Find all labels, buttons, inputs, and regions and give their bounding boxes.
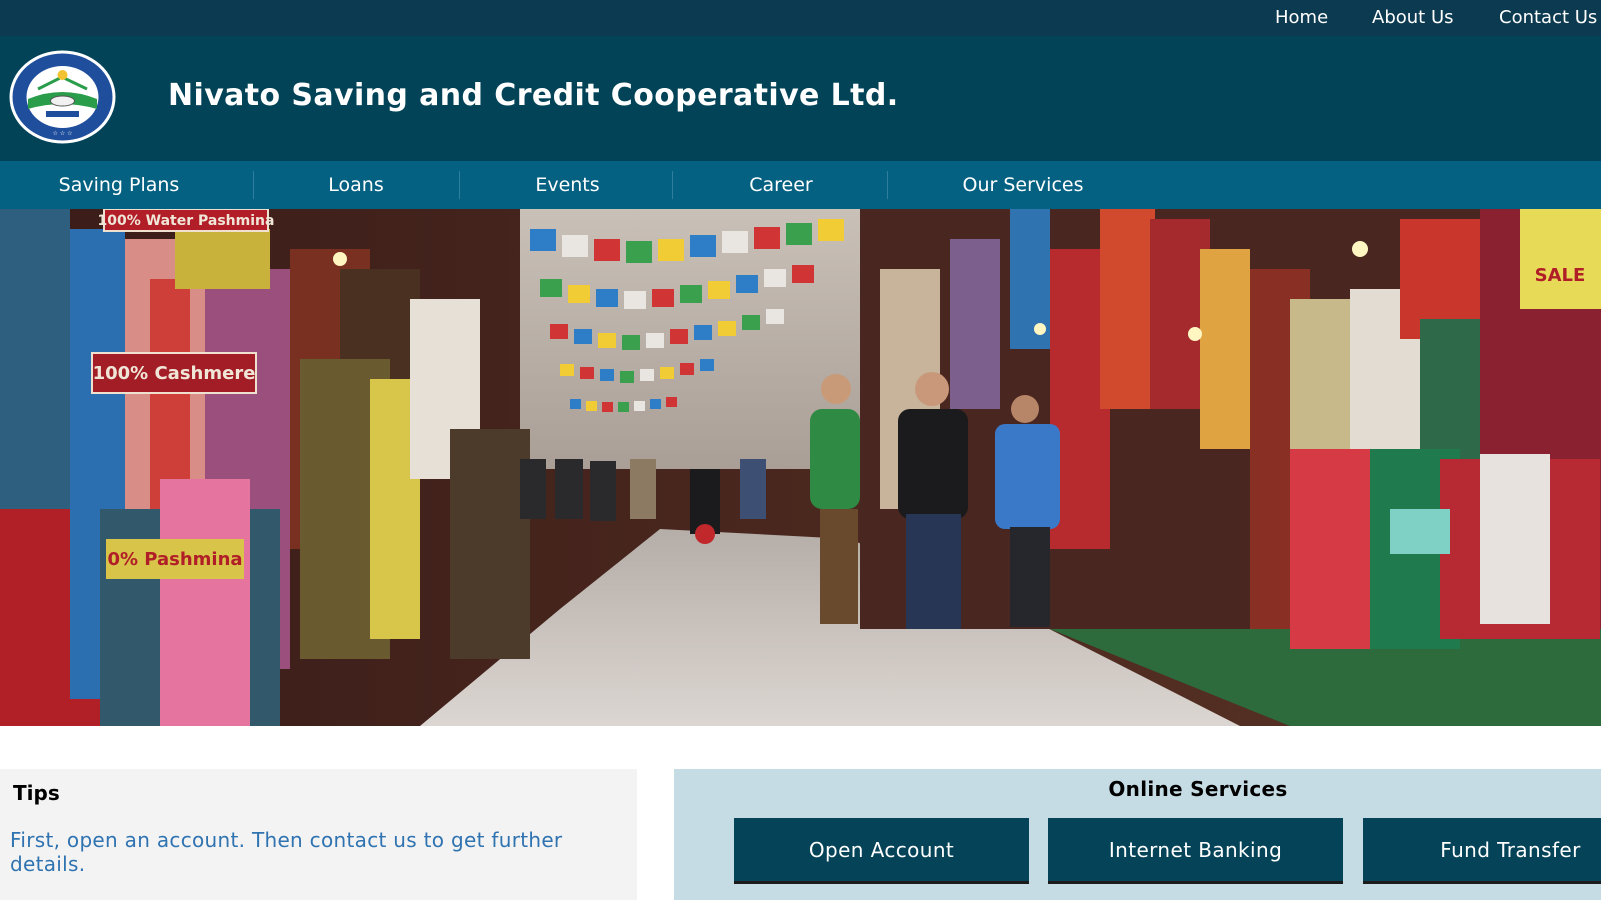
fund-transfer-button[interactable]: Fund Transfer	[1363, 818, 1601, 884]
hero-banner-image: 100% Water Pashmina 100% Cashmere 0% Pas…	[0, 209, 1601, 726]
internet-banking-button[interactable]: Internet Banking	[1048, 818, 1343, 884]
nav-item-loans[interactable]: Loans	[306, 161, 406, 209]
nav-item-career[interactable]: Career	[722, 161, 840, 209]
online-services-heading: Online Services	[1108, 777, 1288, 801]
nav-divider	[672, 171, 673, 199]
online-services-panel: Online Services Open Account Internet Ba…	[674, 769, 1601, 900]
top-link-about-us[interactable]: About Us	[1372, 7, 1454, 28]
cooperative-seal-logo-icon[interactable]: ☆ ☆ ☆	[8, 49, 117, 145]
nav-divider	[253, 171, 254, 199]
hero-sign-water-pashmina: 100% Water Pashmina	[98, 213, 275, 229]
site-title: Nivato Saving and Credit Cooperative Ltd…	[168, 78, 899, 113]
nav-divider	[459, 171, 460, 199]
main-nav: Saving Plans Loans Events Career Our Ser…	[0, 161, 1601, 209]
open-account-button[interactable]: Open Account	[734, 818, 1029, 884]
nav-item-our-services[interactable]: Our Services	[948, 161, 1098, 209]
nav-item-saving-plans[interactable]: Saving Plans	[44, 161, 194, 209]
hero-sign-sale: SALE	[1535, 265, 1586, 286]
nav-divider	[887, 171, 888, 199]
tips-heading: Tips	[13, 781, 60, 805]
top-utility-bar: Home About Us Contact Us	[0, 0, 1601, 36]
tips-panel: Tips First, open an account. Then contac…	[0, 769, 637, 900]
top-link-contact-us[interactable]: Contact Us	[1499, 7, 1597, 28]
hero-sign-cashmere: 100% Cashmere	[93, 363, 256, 384]
svg-text:☆ ☆ ☆: ☆ ☆ ☆	[53, 130, 73, 137]
hero-sign-pashmina: 0% Pashmina	[107, 549, 242, 570]
site-header: ☆ ☆ ☆ Nivato Saving and Credit Cooperati…	[0, 36, 1601, 161]
nav-item-events[interactable]: Events	[510, 161, 625, 209]
top-link-home[interactable]: Home	[1275, 7, 1328, 28]
tips-text: First, open an account. Then contact us …	[10, 828, 563, 876]
